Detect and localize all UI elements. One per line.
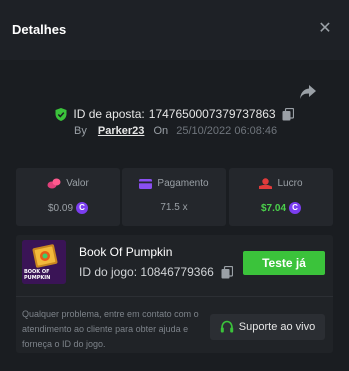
bet-id-row: ID de aposta: 1747650007379737863 bbox=[0, 106, 349, 122]
stat-pagamento-label: Pagamento bbox=[157, 178, 209, 189]
card-icon bbox=[139, 178, 153, 189]
game-id-label: ID do jogo: bbox=[79, 265, 138, 279]
game-panel: BOOK OF PUMPKIN Book Of Pumpkin ID do jo… bbox=[16, 235, 333, 353]
try-game-button[interactable]: Teste já bbox=[243, 251, 325, 275]
bet-id-label: ID de aposta: bbox=[73, 107, 145, 121]
stat-valor-value: $0.09 bbox=[47, 202, 74, 214]
stat-lucro-label: Lucro bbox=[277, 178, 303, 189]
close-icon[interactable]: ✕ bbox=[317, 21, 333, 37]
modal-title: Detalhes bbox=[12, 22, 67, 37]
user-link[interactable]: Parker23 bbox=[98, 125, 145, 137]
game-name: Book Of Pumpkin bbox=[79, 245, 173, 259]
money-hand-icon bbox=[259, 178, 273, 189]
stat-valor-label: Valor bbox=[66, 178, 89, 189]
bet-date: 25/10/2022 06:08:46 bbox=[176, 125, 278, 137]
modal-header: Detalhes ✕ bbox=[0, 0, 349, 60]
copy-icon[interactable] bbox=[221, 266, 234, 279]
coin-icon: C bbox=[76, 202, 89, 214]
stat-lucro-value: $7.04 bbox=[260, 202, 287, 214]
game-thumbnail[interactable]: BOOK OF PUMPKIN bbox=[22, 240, 66, 284]
game-thumbnail-text: BOOK OF PUMPKIN bbox=[24, 269, 51, 281]
on-label: On bbox=[153, 125, 169, 137]
divider bbox=[16, 296, 333, 297]
stat-pagamento: Pagamento 71.5 x bbox=[122, 168, 226, 226]
game-id-row: ID do jogo: 10846779366 bbox=[79, 265, 234, 279]
game-id-value: 10846779366 bbox=[140, 265, 214, 279]
bet-meta: By Parker23 On 25/10/2022 06:08:46 bbox=[74, 125, 277, 139]
help-text: Qualquer problema, entre em contato com … bbox=[22, 309, 199, 349]
coin-icon: C bbox=[289, 202, 302, 214]
headset-icon bbox=[220, 320, 233, 333]
bet-id-value: 1747650007379737863 bbox=[148, 107, 276, 121]
live-support-button[interactable]: Suporte ao vivo bbox=[210, 314, 325, 340]
by-label: By bbox=[74, 125, 87, 137]
shield-check-icon bbox=[55, 107, 67, 121]
share-icon[interactable] bbox=[299, 84, 317, 100]
stat-lucro: Lucro $7.04 C bbox=[229, 168, 333, 226]
coins-icon bbox=[47, 178, 61, 189]
stat-pagamento-value: 71.5 x bbox=[160, 202, 188, 213]
copy-icon[interactable] bbox=[282, 107, 294, 121]
live-support-label: Suporte ao vivo bbox=[238, 321, 316, 333]
stat-valor: Valor $0.09 C bbox=[16, 168, 120, 226]
